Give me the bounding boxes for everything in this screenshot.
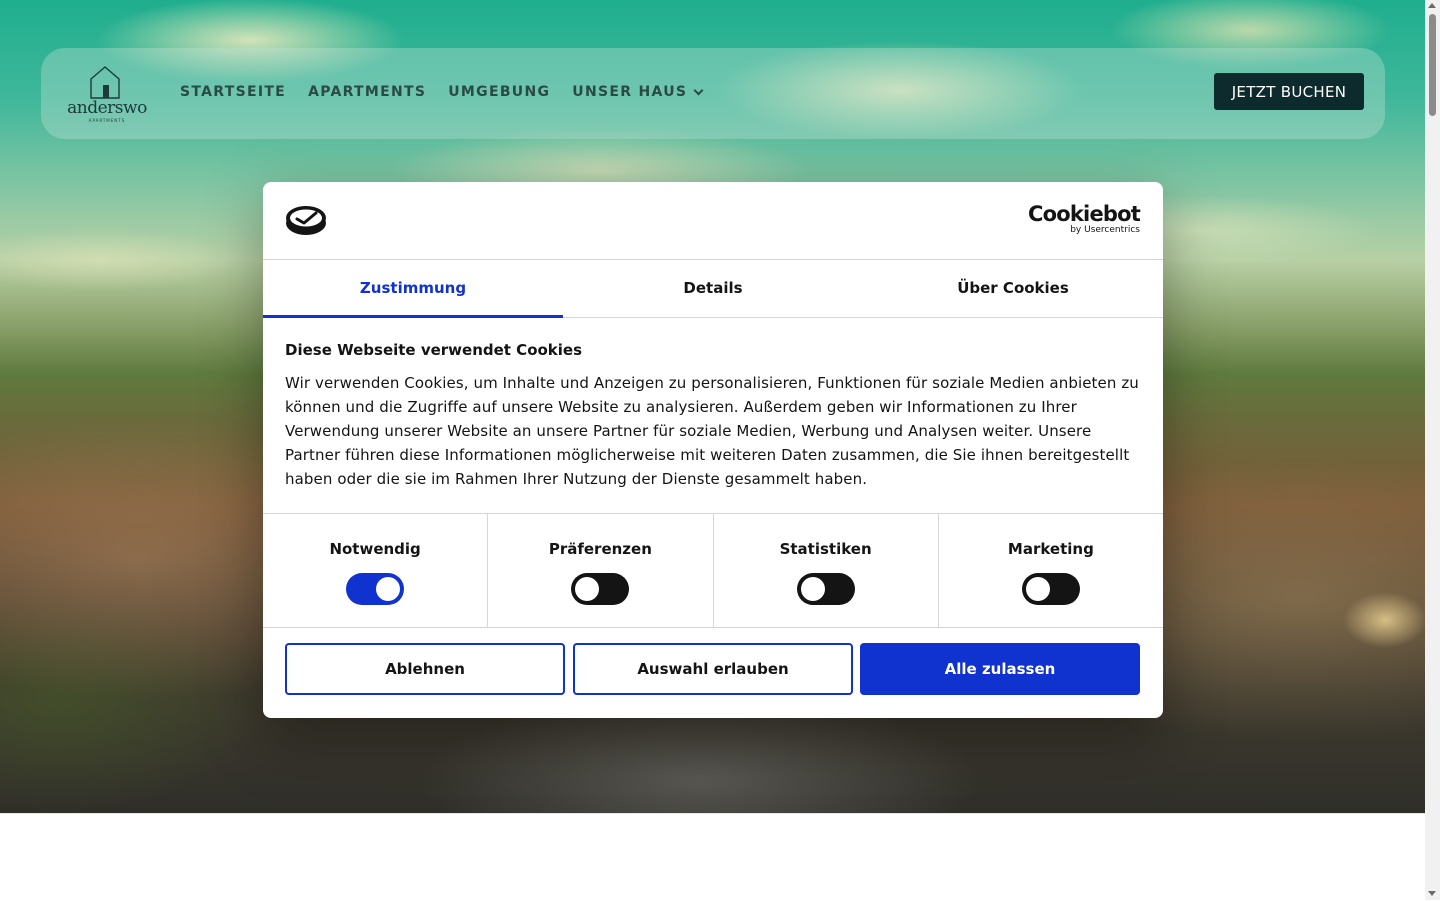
toggle-cell-marketing: Marketing bbox=[939, 514, 1163, 627]
consent-toggles: Notwendig Präferenzen Statistiken Market… bbox=[263, 513, 1163, 628]
switch-knob bbox=[575, 577, 600, 601]
site-navbar: anderswo APARTMENTS STARTSEITE APARTMENT… bbox=[41, 48, 1385, 139]
switch-knob bbox=[1025, 577, 1050, 601]
switch-knob bbox=[376, 577, 401, 601]
tab-ueber-cookies[interactable]: Über Cookies bbox=[863, 259, 1163, 317]
dialog-tabs: Zustimmung Details Über Cookies bbox=[263, 259, 1163, 318]
dialog-body-text: Wir verwenden Cookies, um Inhalte und An… bbox=[285, 374, 1139, 488]
scroll-thumb[interactable] bbox=[1429, 14, 1436, 116]
logo-text: anderswo bbox=[67, 98, 147, 118]
switch-statistiken[interactable] bbox=[796, 573, 855, 605]
toggle-cell-praeferenzen: Präferenzen bbox=[488, 514, 714, 627]
toggle-label-notwendig: Notwendig bbox=[329, 540, 421, 558]
cookie-logo-icon bbox=[286, 206, 326, 235]
nav-startseite[interactable]: STARTSEITE bbox=[180, 84, 286, 100]
allow-selection-button[interactable]: Auswahl erlauben bbox=[573, 643, 853, 695]
toggle-label-marketing: Marketing bbox=[1007, 540, 1094, 558]
nav-apartments[interactable]: APARTMENTS bbox=[308, 84, 426, 100]
allow-all-button[interactable]: Alle zulassen bbox=[860, 643, 1140, 695]
decline-button[interactable]: Ablehnen bbox=[285, 643, 565, 695]
toggle-label-praeferenzen: Präferenzen bbox=[548, 540, 652, 558]
nav-unser-haus[interactable]: UNSER HAUS bbox=[572, 84, 704, 100]
switch-notwendig[interactable] bbox=[346, 573, 405, 605]
main-nav: STARTSEITE APARTMENTS UMGEBUNG UNSER HAU… bbox=[180, 84, 704, 100]
brand-subtitle: by Usercentrics bbox=[1070, 225, 1140, 235]
tab-details[interactable]: Details bbox=[563, 259, 863, 317]
page-scrollbar[interactable] bbox=[1425, 0, 1440, 900]
nav-umgebung[interactable]: UMGEBUNG bbox=[448, 84, 550, 100]
chevron-down-icon bbox=[693, 85, 704, 95]
dialog-title: Diese Webseite verwendet Cookies bbox=[285, 341, 583, 359]
tab-zustimmung[interactable]: Zustimmung bbox=[263, 259, 563, 318]
toggle-cell-statistiken: Statistiken bbox=[714, 514, 939, 627]
nav-unser-haus-label: UNSER HAUS bbox=[572, 84, 688, 100]
switch-praeferenzen[interactable] bbox=[571, 573, 630, 605]
logo-subtext: APARTMENTS bbox=[88, 118, 126, 123]
cookie-consent-dialog: Cookiebot by Usercentrics Zustimmung Det… bbox=[263, 182, 1163, 718]
site-logo[interactable]: anderswo APARTMENTS bbox=[65, 62, 149, 126]
book-now-button[interactable]: JETZT BUCHEN bbox=[1214, 73, 1364, 110]
cookiebot-brand[interactable]: Cookiebot by Usercentrics bbox=[1028, 202, 1141, 235]
brand-name: Cookiebot bbox=[1028, 202, 1141, 226]
switch-marketing[interactable] bbox=[1021, 573, 1080, 605]
scroll-up-arrow-icon[interactable] bbox=[1428, 3, 1436, 8]
toggle-label-statistiken: Statistiken bbox=[779, 540, 872, 558]
page-content-area bbox=[0, 813, 1425, 901]
scroll-down-arrow-icon[interactable] bbox=[1428, 891, 1436, 896]
toggle-cell-notwendig: Notwendig bbox=[263, 514, 489, 627]
switch-knob bbox=[800, 577, 825, 601]
house-icon bbox=[90, 66, 120, 99]
dialog-header: Cookiebot by Usercentrics bbox=[263, 182, 1163, 260]
